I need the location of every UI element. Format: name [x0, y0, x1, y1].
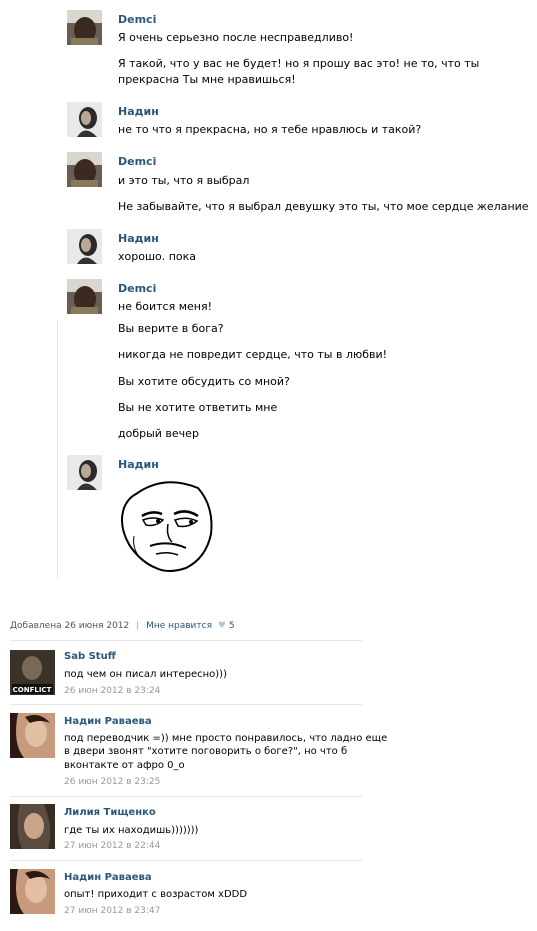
comment-text: вконтакте от афро 0_о — [64, 760, 185, 771]
avatar[interactable] — [67, 102, 102, 137]
comment-text: опыт! приходит с возрастом xDDD — [64, 889, 248, 900]
author-name[interactable]: Demci — [118, 13, 156, 26]
avatar[interactable] — [10, 713, 55, 758]
comment-date[interactable]: 27 июн 2012 в 23:47 — [64, 906, 160, 916]
message-text: Вы хотите обсудить со мной? — [118, 375, 290, 388]
message-text: не боится меня! — [118, 300, 212, 313]
heart-icon[interactable]: ♥ — [218, 621, 226, 631]
divider — [10, 796, 362, 797]
comment-author[interactable]: Надин Раваева — [64, 872, 152, 883]
divider — [10, 640, 362, 641]
comment-date[interactable]: 27 июн 2012 в 22:44 — [64, 841, 160, 851]
avatar[interactable] — [67, 152, 102, 187]
author-name[interactable]: Надин — [118, 232, 159, 245]
message-text: и это ты, что я выбрал — [118, 174, 250, 187]
comment-text: где ты их находишь))))))) — [64, 825, 199, 836]
thread-line — [57, 320, 58, 578]
message-text: Вы не хотите ответить мне — [118, 401, 278, 414]
post-meta: Добавлена 26 июня 2012 | Мне нравится ♥ … — [10, 621, 235, 631]
message-text: Я такой, что у вас не будет! но я прошу … — [118, 57, 480, 70]
message-text: Вы верите в бога? — [118, 322, 224, 335]
post-date: Добавлена 26 июня 2012 — [10, 621, 130, 631]
avatar[interactable] — [67, 455, 102, 490]
avatar-logo-text: CONFLICT — [13, 686, 52, 694]
author-name[interactable]: Demci — [118, 155, 156, 168]
meta-divider: | — [136, 621, 140, 631]
comment-author[interactable]: Sab Stuff — [64, 651, 116, 662]
like-count: 5 — [228, 621, 235, 631]
message-text: Я очень серьезно после несправедливо! — [118, 31, 354, 44]
message-text: прекрасна Ты мне нравишься! — [118, 73, 296, 86]
divider — [10, 704, 362, 705]
divider — [10, 860, 362, 861]
author-name[interactable]: Надин — [118, 105, 159, 118]
avatar[interactable]: CONFLICT — [10, 650, 55, 695]
message-text: не то что я прекрасна, но я тебе нравлюс… — [118, 123, 422, 136]
rage-face-image[interactable] — [116, 476, 216, 576]
comment-date[interactable]: 26 июн 2012 в 23:25 — [64, 777, 160, 787]
avatar[interactable] — [67, 279, 102, 314]
message-text: Не забывайте, что я выбрал девушку это т… — [118, 200, 529, 213]
comment-date[interactable]: 26 июн 2012 в 23:24 — [64, 686, 160, 696]
avatar[interactable] — [10, 804, 55, 849]
avatar[interactable] — [67, 10, 102, 45]
author-name[interactable]: Надин — [118, 458, 159, 471]
avatar[interactable] — [10, 869, 55, 914]
message-text: никогда не повредит сердце, что ты в люб… — [118, 348, 388, 361]
message-text: добрый вечер — [118, 427, 199, 440]
avatar[interactable] — [67, 229, 102, 264]
like-button[interactable]: Мне нравится — [146, 621, 212, 631]
comment-author[interactable]: Надин Раваева — [64, 716, 152, 727]
message-text: хорошо. пока — [118, 250, 197, 263]
author-name[interactable]: Demci — [118, 282, 156, 295]
comment-text: под чем он писал интересно))) — [64, 669, 227, 680]
comment-author[interactable]: Лилия Тищенко — [64, 807, 156, 818]
